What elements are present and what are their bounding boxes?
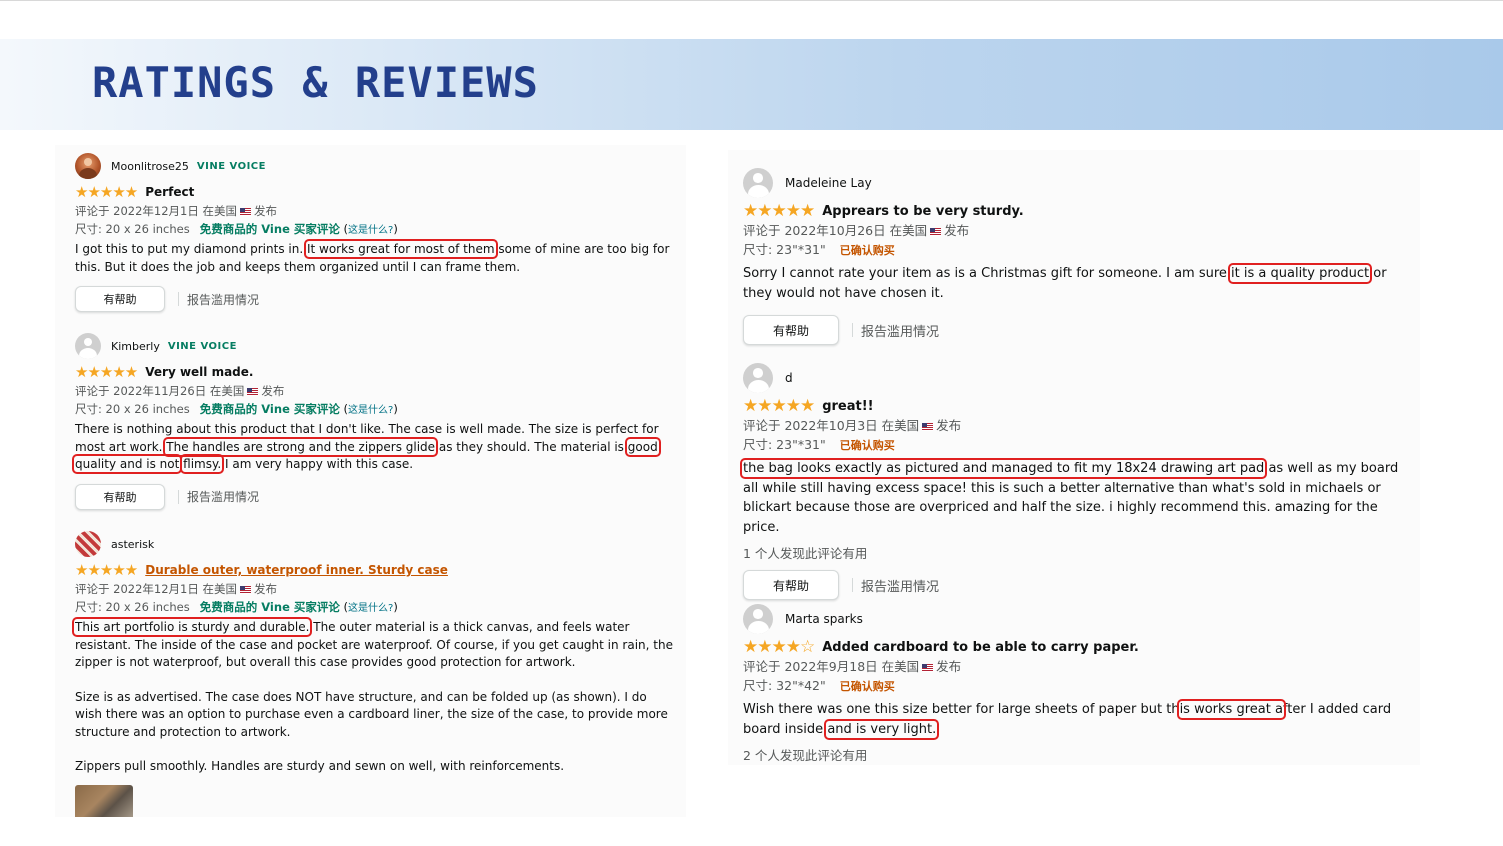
- star-rating[interactable]: ★★★★★: [743, 397, 815, 415]
- highlight-box: and is very light.: [824, 718, 940, 740]
- vine-voice-badge: VINE VOICE: [196, 160, 266, 172]
- verified-purchase-badge: 已确认购买: [839, 680, 895, 693]
- helpful-button[interactable]: 有帮助: [75, 483, 165, 510]
- review-body: the bag looks exactly as pictured and ma…: [739, 458, 1399, 535]
- report-abuse-link[interactable]: 报告滥用情况: [187, 488, 259, 505]
- star-rating[interactable]: ★★★★★: [75, 184, 138, 200]
- posted-label: 发布: [944, 223, 970, 238]
- size-label: 尺寸: 32"*42": [743, 678, 826, 693]
- review-body: Wish there was one this size better for …: [743, 699, 1392, 740]
- posted-label: 发布: [936, 418, 962, 433]
- avatar[interactable]: [743, 604, 773, 634]
- us-flag-icon: [922, 422, 934, 431]
- vine-review-label: 免费商品的 Vine 买家评论: [199, 600, 340, 614]
- size-label: 尺寸: 20 x 26 inches: [75, 600, 190, 614]
- us-flag-icon: [247, 387, 259, 396]
- star-rating[interactable]: ★★★★★: [743, 202, 815, 220]
- size-label: 尺寸: 20 x 26 inches: [75, 402, 190, 416]
- review-card: Marta sparks ★★★★☆ Added cardboard to be…: [743, 603, 1403, 764]
- right-reviews-panel: Madeleine Lay ★★★★★ Apprears to be very …: [728, 150, 1420, 765]
- star-rating[interactable]: ★★★★☆: [743, 638, 815, 656]
- us-flag-icon: [930, 227, 942, 236]
- avatar[interactable]: [743, 168, 773, 198]
- size-label: 尺寸: 20 x 26 inches: [75, 222, 190, 236]
- reviewer-name[interactable]: d: [785, 371, 793, 385]
- review-title[interactable]: Apprears to be very sturdy.: [822, 204, 1024, 219]
- review-title[interactable]: Durable outer, waterproof inner. Sturdy …: [145, 563, 448, 577]
- us-flag-icon: [240, 207, 252, 216]
- review-body: There is nothing about this product that…: [72, 422, 661, 474]
- reviewer-name[interactable]: Moonlitrose25: [111, 160, 189, 173]
- reviewer-name[interactable]: asterisk: [111, 538, 154, 551]
- vine-review-label: 免费商品的 Vine 买家评论: [199, 402, 340, 416]
- highlight-box: is works great a: [1176, 699, 1286, 720]
- avatar[interactable]: [75, 153, 101, 179]
- review-body: I got this to put my diamond prints in. …: [75, 239, 670, 274]
- review-body: Sorry I cannot rate your item as is a Ch…: [743, 263, 1387, 301]
- us-flag-icon: [922, 663, 934, 672]
- avatar[interactable]: [743, 363, 773, 393]
- highlight-box: the bag looks exactly as pictured and ma…: [739, 458, 1268, 479]
- posted-label: 发布: [254, 204, 278, 218]
- review-card: asterisk ★★★★★ Durable outer, waterproof…: [71, 530, 675, 776]
- helpful-button[interactable]: 有帮助: [75, 286, 165, 312]
- highlight-box: The handles are strong and the zippers g…: [163, 436, 439, 457]
- review-title[interactable]: Perfect: [145, 185, 194, 199]
- avatar[interactable]: [75, 333, 101, 359]
- review-photo-thumbnail[interactable]: [75, 785, 133, 817]
- what-is-this-link[interactable]: 这是什么?: [348, 225, 393, 236]
- review-date: 评论于 2022年9月18日 在美国: [743, 659, 920, 674]
- review-title[interactable]: great!!: [822, 399, 873, 414]
- verified-purchase-badge: 已确认购买: [839, 244, 895, 257]
- page-title: RATINGS & REVIEWS: [92, 58, 539, 107]
- verified-purchase-badge: 已确认购买: [839, 439, 895, 452]
- highlight-box: It works great for most of them: [303, 239, 498, 259]
- size-label: 尺寸: 23"*31": [743, 242, 826, 257]
- size-label: 尺寸: 23"*31": [743, 437, 826, 452]
- vine-voice-badge: VINE VOICE: [167, 340, 237, 352]
- review-title[interactable]: Very well made.: [145, 365, 253, 379]
- helpful-button[interactable]: 有帮助: [743, 570, 839, 600]
- left-reviews-panel: Moonlitrose25 VINE VOICE ★★★★★ Perfect 评…: [55, 145, 686, 817]
- highlight-box: This art portfolio is sturdy and durable…: [71, 617, 313, 637]
- helpful-count: 2 个人发现此评论有用: [743, 748, 868, 763]
- review-body: This art portfolio is sturdy and durable…: [71, 617, 673, 773]
- review-date: 评论于 2022年12月1日 在美国: [75, 582, 238, 596]
- report-abuse-link[interactable]: 报告滥用情况: [187, 291, 259, 308]
- posted-label: 发布: [254, 582, 278, 596]
- posted-label: 发布: [936, 659, 962, 674]
- reviewer-name[interactable]: Marta sparks: [785, 612, 863, 626]
- helpful-button[interactable]: 有帮助: [743, 315, 839, 345]
- review-date: 评论于 2022年11月26日 在美国: [75, 384, 245, 398]
- report-abuse-link[interactable]: 报告滥用情况: [861, 576, 939, 595]
- review-card: Madeleine Lay ★★★★★ Apprears to be very …: [743, 167, 1403, 345]
- reviewer-name[interactable]: Madeleine Lay: [785, 176, 872, 190]
- star-rating[interactable]: ★★★★★: [75, 364, 138, 380]
- review-date: 评论于 2022年10月26日 在美国: [743, 223, 928, 238]
- avatar[interactable]: [75, 531, 101, 557]
- review-date: 评论于 2022年10月3日 在美国: [743, 418, 920, 433]
- what-is-this-link[interactable]: 这是什么?: [348, 603, 393, 614]
- what-is-this-link[interactable]: 这是什么?: [348, 405, 393, 416]
- reviewer-name[interactable]: Kimberly: [111, 340, 160, 353]
- review-card: Moonlitrose25 VINE VOICE ★★★★★ Perfect 评…: [75, 152, 675, 312]
- helpful-count: 1 个人发现此评论有用: [743, 546, 868, 561]
- highlight-box: it is a quality product: [1228, 263, 1373, 284]
- report-abuse-link[interactable]: 报告滥用情况: [861, 321, 939, 340]
- posted-label: 发布: [261, 384, 285, 398]
- star-rating[interactable]: ★★★★★: [75, 562, 138, 578]
- review-card: Kimberly VINE VOICE ★★★★★ Very well made…: [72, 332, 675, 510]
- top-divider: [0, 0, 1503, 1]
- vine-review-label: 免费商品的 Vine 买家评论: [199, 222, 340, 236]
- review-title[interactable]: Added cardboard to be able to carry pape…: [822, 640, 1139, 655]
- highlight-box: flimsy.: [180, 454, 225, 474]
- review-card: d ★★★★★ great!! 评论于 2022年10月3日 在美国 发布 尺寸:…: [739, 362, 1403, 600]
- review-date: 评论于 2022年12月1日 在美国: [75, 204, 238, 218]
- us-flag-icon: [240, 585, 252, 594]
